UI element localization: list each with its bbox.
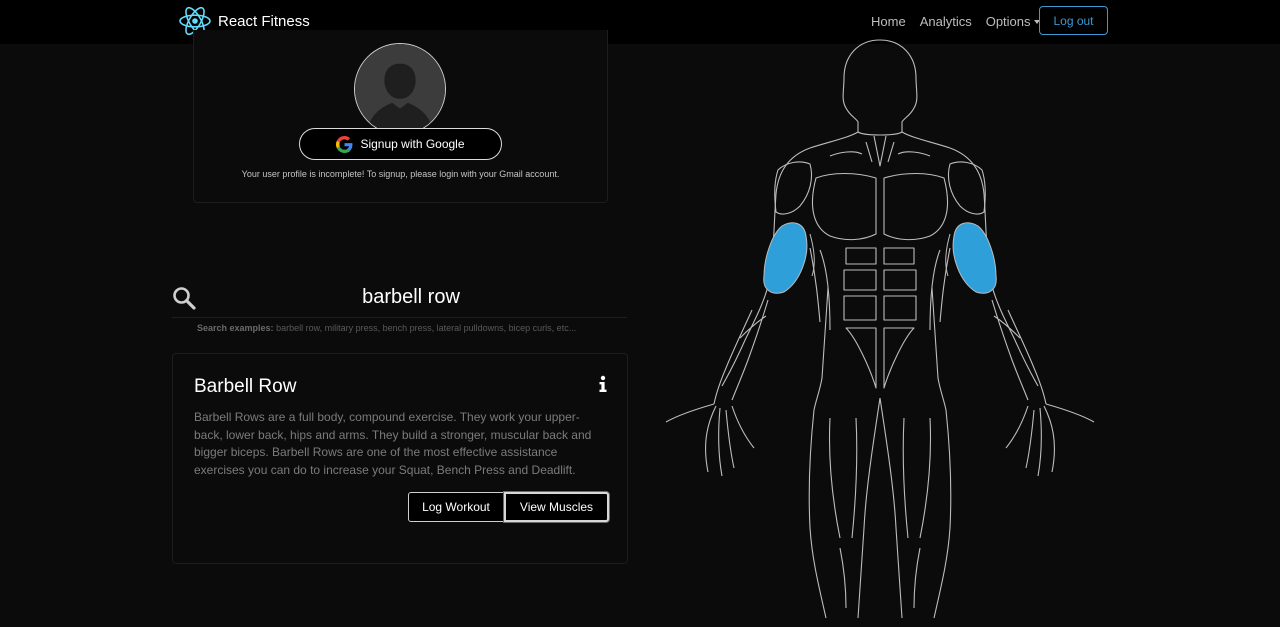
left-hand (665, 403, 755, 477)
nav-link-home[interactable]: Home (871, 14, 906, 29)
search-examples: Search examples: barbell row, military p… (197, 323, 617, 333)
right-biceps-icon (952, 222, 997, 294)
left-biceps-icon (763, 222, 808, 294)
search-examples-text: barbell row, military press, bench press… (276, 323, 577, 333)
nav-dropdown-options-label: Options (985, 13, 1031, 29)
nav-links: Home Analytics Options (864, 6, 1047, 36)
exercise-title: Barbell Row (194, 376, 297, 397)
search-row (172, 279, 627, 318)
brand-name: React Fitness (218, 12, 310, 30)
google-signup-button[interactable]: Signup with Google (299, 128, 502, 160)
log-workout-button[interactable]: Log Workout (408, 492, 504, 522)
waist-outline (813, 287, 947, 411)
exercise-card: Barbell Row Barbell Rows are a full body… (172, 353, 628, 564)
abdominals (843, 247, 917, 389)
exercise-actions: Log Workout View Muscles (408, 492, 609, 522)
right-forearm (991, 299, 1047, 405)
nav-link-analytics[interactable]: Analytics (920, 14, 972, 29)
search-input[interactable] (202, 279, 620, 315)
nav-dropdown-options[interactable]: Options (986, 14, 1040, 29)
left-forearm (713, 299, 769, 405)
info-icon[interactable] (596, 375, 610, 393)
right-deltoid (947, 161, 986, 215)
right-oblique (929, 247, 951, 331)
muscle-diagram (660, 38, 1100, 627)
left-deltoid (774, 161, 813, 215)
exercise-description: Barbell Rows are a full body, compound e… (194, 410, 592, 477)
view-muscles-button[interactable]: View Muscles (504, 492, 609, 522)
neck-outline (809, 131, 951, 149)
left-pectoral (811, 172, 877, 241)
left-oblique (809, 247, 831, 331)
right-hand (1005, 403, 1095, 477)
body-outline (665, 39, 1095, 619)
google-signup-label: Signup with Google (360, 137, 465, 151)
profile-incomplete-message: Your user profile is incomplete! To sign… (241, 169, 560, 179)
avatar (354, 43, 446, 135)
search-examples-label: Search examples: (197, 323, 274, 333)
right-pectoral (883, 172, 949, 241)
profile-card: Signup with Google Your user profile is … (193, 30, 608, 203)
google-logo-icon (336, 135, 353, 153)
search-icon[interactable] (172, 286, 196, 310)
user-silhouette-icon (355, 44, 445, 134)
logout-button[interactable]: Log out (1039, 6, 1108, 35)
head-outline (842, 39, 918, 136)
biceps-highlight (763, 222, 997, 294)
